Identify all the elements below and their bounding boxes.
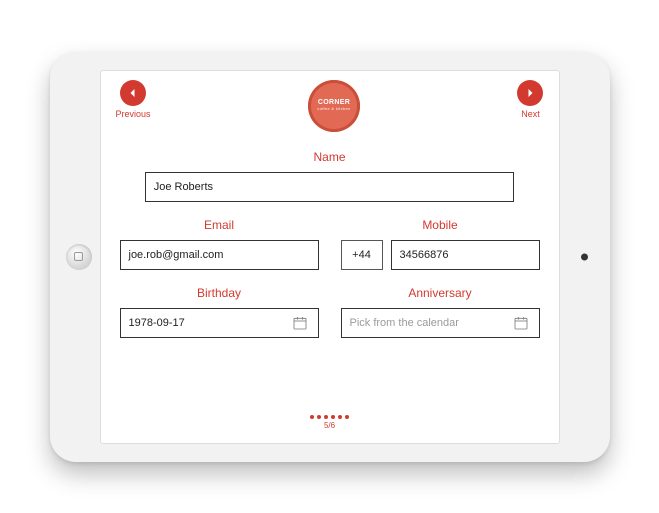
calendar-icon — [290, 313, 310, 333]
next-button[interactable]: Next — [517, 80, 543, 119]
dot — [338, 415, 342, 419]
anniversary-field: Anniversary Pick from the calendar — [341, 286, 540, 338]
app-screen: Previous CORNER coffee & kitchen Next Na… — [100, 70, 560, 444]
front-camera — [581, 253, 588, 260]
home-button[interactable] — [66, 244, 92, 270]
dot — [317, 415, 321, 419]
birthday-input[interactable]: 1978-09-17 — [120, 308, 319, 338]
mobile-label: Mobile — [422, 218, 457, 232]
country-code-input[interactable]: +44 — [341, 240, 383, 270]
mobile-input[interactable]: 34566876 — [391, 240, 540, 270]
page-indicator: 5/6 — [116, 421, 544, 430]
previous-button[interactable]: Previous — [116, 80, 151, 119]
form-area: Name Joe Roberts Email joe.rob@gmail.com — [116, 136, 544, 415]
mobile-field: Mobile +44 34566876 — [341, 218, 540, 270]
next-label: Next — [521, 109, 540, 119]
brand-logo-text: CORNER coffee & kitchen — [317, 99, 350, 111]
previous-label: Previous — [116, 109, 151, 119]
anniversary-label: Anniversary — [408, 286, 471, 300]
email-field: Email joe.rob@gmail.com — [120, 218, 319, 270]
dot — [345, 415, 349, 419]
brand-logo: CORNER coffee & kitchen — [308, 80, 360, 132]
anniversary-input[interactable]: Pick from the calendar — [341, 308, 540, 338]
dot — [310, 415, 314, 419]
tablet-frame: Previous CORNER coffee & kitchen Next Na… — [50, 52, 610, 462]
dot — [331, 415, 335, 419]
name-label: Name — [313, 150, 345, 164]
home-button-icon — [74, 252, 83, 261]
email-input[interactable]: joe.rob@gmail.com — [120, 240, 319, 270]
birthday-field: Birthday 1978-09-17 — [120, 286, 319, 338]
name-field: Name Joe Roberts — [120, 150, 540, 202]
email-label: Email — [204, 218, 234, 232]
page-dots — [116, 415, 544, 419]
chevron-left-icon — [120, 80, 146, 106]
top-bar: Previous CORNER coffee & kitchen Next — [116, 80, 544, 136]
calendar-icon — [511, 313, 531, 333]
footer: 5/6 — [116, 415, 544, 434]
dot — [324, 415, 328, 419]
name-input[interactable]: Joe Roberts — [145, 172, 515, 202]
chevron-right-icon — [517, 80, 543, 106]
birthday-label: Birthday — [197, 286, 241, 300]
